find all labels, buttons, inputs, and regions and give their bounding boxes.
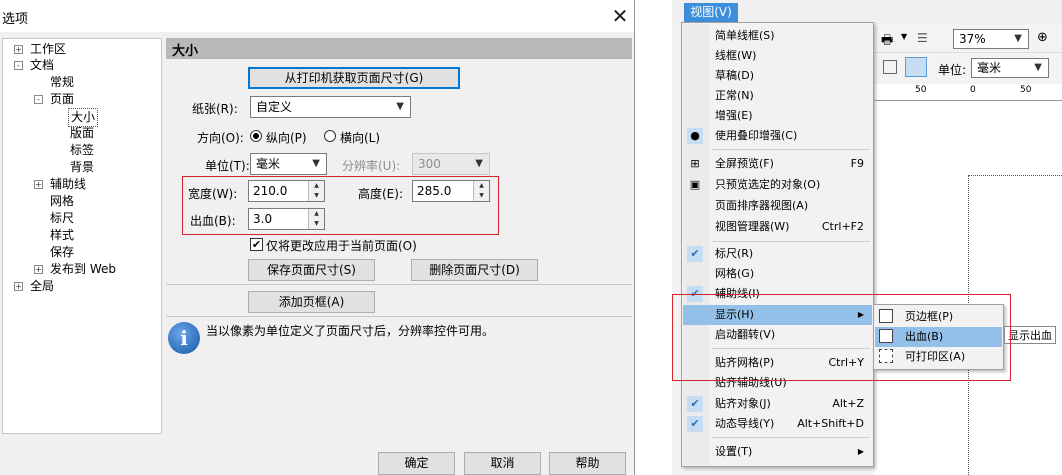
highlight-box — [672, 294, 1011, 381]
section-title: 大小 — [172, 44, 199, 59]
menu-item-preview-selected[interactable]: ▣ 只预览选定的对象(O) — [683, 175, 872, 195]
dialog-title: 选项 — [2, 12, 29, 27]
options-icon[interactable]: ☰ — [917, 31, 928, 45]
ruler-label: 50 — [915, 85, 927, 95]
save-size-button[interactable]: 保存页面尺寸(S) — [248, 259, 375, 281]
paper-label: 纸张(R): — [192, 102, 238, 116]
bleed-field[interactable]: 3.0 ▲ ▼ — [248, 208, 325, 230]
menu-item-view-manager[interactable]: 视图管理器(W) Ctrl+F2 — [683, 217, 872, 237]
submenu-arrow-icon: ▶ — [857, 447, 864, 456]
unit-select[interactable]: 毫米 ▼ — [250, 153, 327, 175]
menu-item-fullscreen-preview[interactable]: ⊞ 全屏预览(F) F9 — [683, 154, 872, 174]
unit-select[interactable]: 毫米 ▼ — [971, 58, 1049, 78]
menu-separator — [712, 149, 870, 150]
zoom-select[interactable]: 37% ▼ — [953, 29, 1029, 49]
apply-current-only-label: 仅将更改应用于当前页面(O) — [266, 239, 417, 253]
check-icon: ✔ — [687, 396, 703, 412]
menu-item-simple-wireframe[interactable]: 简单线框(S) — [683, 26, 872, 46]
bleed-label: 出血(B): — [190, 214, 236, 228]
collapse-icon[interactable]: - — [34, 95, 43, 104]
chevron-down-icon: ▼ — [1014, 33, 1022, 44]
menu-item-enhanced[interactable]: 增强(E) — [683, 106, 872, 126]
chevron-down-icon: ▼ — [1034, 62, 1042, 73]
chevron-down-icon: ▼ — [396, 101, 404, 112]
check-icon: ✔ — [687, 246, 703, 262]
view-menu: 简单线框(S) 线框(W) 草稿(D) 正常(N) 增强(E) ● 使用叠印增强(… — [681, 22, 874, 467]
options-tree: + 工作区 - 文档 常规 - 页面 大小 版面 标签 背景 + 辅助线 网格 标尺 样… — [2, 38, 162, 434]
menu-item-page-sorter[interactable]: 页面排序器视图(A) — [683, 196, 872, 216]
menu-view[interactable]: 视图(V) — [684, 3, 738, 22]
menu-separator — [712, 241, 870, 242]
get-printer-size-button[interactable]: 从打印机获取页面尺寸(G) — [248, 67, 460, 89]
menu-item-grid[interactable]: 网格(G) — [683, 264, 872, 284]
add-frame-button[interactable]: 添加页框(A) — [248, 291, 375, 313]
section-header: 大小 — [166, 38, 632, 59]
landscape-label: 横向(L) — [340, 131, 381, 145]
paper-select[interactable]: 自定义 ▼ — [250, 96, 411, 118]
printer-icon[interactable]: 🖶 — [881, 31, 893, 53]
tooltip: 显示出血 — [1004, 326, 1056, 344]
spin-down-icon[interactable]: ▼ — [473, 191, 489, 201]
delete-size-button[interactable]: 删除页面尺寸(D) — [411, 259, 538, 281]
page-frame-icon[interactable] — [883, 60, 897, 74]
collapse-icon[interactable]: - — [14, 61, 23, 70]
fullscreen-icon: ⊞ — [690, 157, 700, 170]
toolbar-standard: 🖶 ▼ ☰ 37% ▼ ⊕ — [875, 26, 1062, 53]
menu-item-snap-objects[interactable]: ✔ 贴齐对象(J) Alt+Z — [683, 394, 872, 414]
menu-item-wireframe[interactable]: 线框(W) — [683, 46, 872, 66]
menu-item-draft[interactable]: 草稿(D) — [683, 66, 872, 86]
menu-separator — [712, 437, 870, 438]
height-label: 高度(E): — [358, 187, 403, 201]
cancel-button[interactable]: 取消 — [464, 452, 541, 475]
menu-item-overprint-enhanced[interactable]: ● 使用叠印增强(C) — [683, 126, 872, 146]
horizontal-ruler[interactable]: 50 0 50 — [875, 84, 1062, 101]
resolution-label: 分辨率(U): — [342, 159, 401, 173]
spin-down-icon[interactable]: ▼ — [308, 191, 324, 201]
radio-dot-icon: ● — [687, 128, 703, 144]
height-field[interactable]: 285.0 ▲ ▼ — [412, 180, 490, 202]
chevron-down-icon: ▼ — [475, 158, 483, 169]
unit-label: 单位(T): — [205, 159, 250, 173]
portrait-radio[interactable] — [250, 130, 262, 142]
landscape-radio[interactable] — [324, 130, 336, 142]
expand-icon[interactable]: + — [14, 45, 23, 54]
menu-item-settings[interactable]: 设置(T) ▶ — [683, 442, 872, 462]
chevron-down-icon: ▼ — [312, 158, 320, 169]
toolbar-property: 单位: 毫米 ▼ — [875, 55, 1062, 81]
help-button[interactable]: 帮助 — [549, 452, 626, 475]
width-label: 宽度(W): — [188, 187, 238, 201]
orientation-label: 方向(O): — [197, 131, 244, 145]
menu-item-dynamic-guides[interactable]: ✔ 动态导线(Y) Alt+Shift+D — [683, 414, 872, 434]
menu-item-normal[interactable]: 正常(N) — [683, 86, 872, 106]
expand-icon[interactable]: + — [34, 265, 43, 274]
preview-selected-icon: ▣ — [689, 178, 701, 191]
ruler-label: 0 — [970, 85, 976, 95]
info-icon: i — [168, 322, 200, 354]
divider — [166, 316, 632, 317]
landscape-page-icon[interactable] — [905, 57, 927, 77]
width-field[interactable]: 210.0 ▲ ▼ — [248, 180, 325, 202]
portrait-label: 纵向(P) — [266, 131, 307, 145]
apply-current-only-checkbox[interactable]: ✔ — [250, 238, 263, 251]
resolution-select[interactable]: 300 ▼ — [412, 153, 490, 175]
menu-item-rulers[interactable]: ✔ 标尺(R) — [683, 244, 872, 264]
zoom-icon[interactable]: ⊕ — [1037, 30, 1048, 45]
unit-label: 单位: — [938, 63, 967, 77]
ok-button[interactable]: 确定 — [378, 452, 455, 475]
close-icon[interactable]: ✕ — [608, 4, 632, 28]
divider — [166, 284, 632, 285]
dialog-title-bar: 选项 ✕ — [0, 0, 634, 32]
expand-icon[interactable]: + — [14, 282, 23, 291]
chevron-down-icon[interactable]: ▼ — [901, 32, 907, 41]
expand-icon[interactable]: + — [34, 180, 43, 189]
spin-down-icon[interactable]: ▼ — [308, 219, 324, 229]
check-icon: ✔ — [687, 416, 703, 432]
ruler-label: 50 — [1020, 85, 1032, 95]
info-text: 当以像素为单位定义了页面尺寸后，分辨率控件可用。 — [206, 324, 495, 338]
